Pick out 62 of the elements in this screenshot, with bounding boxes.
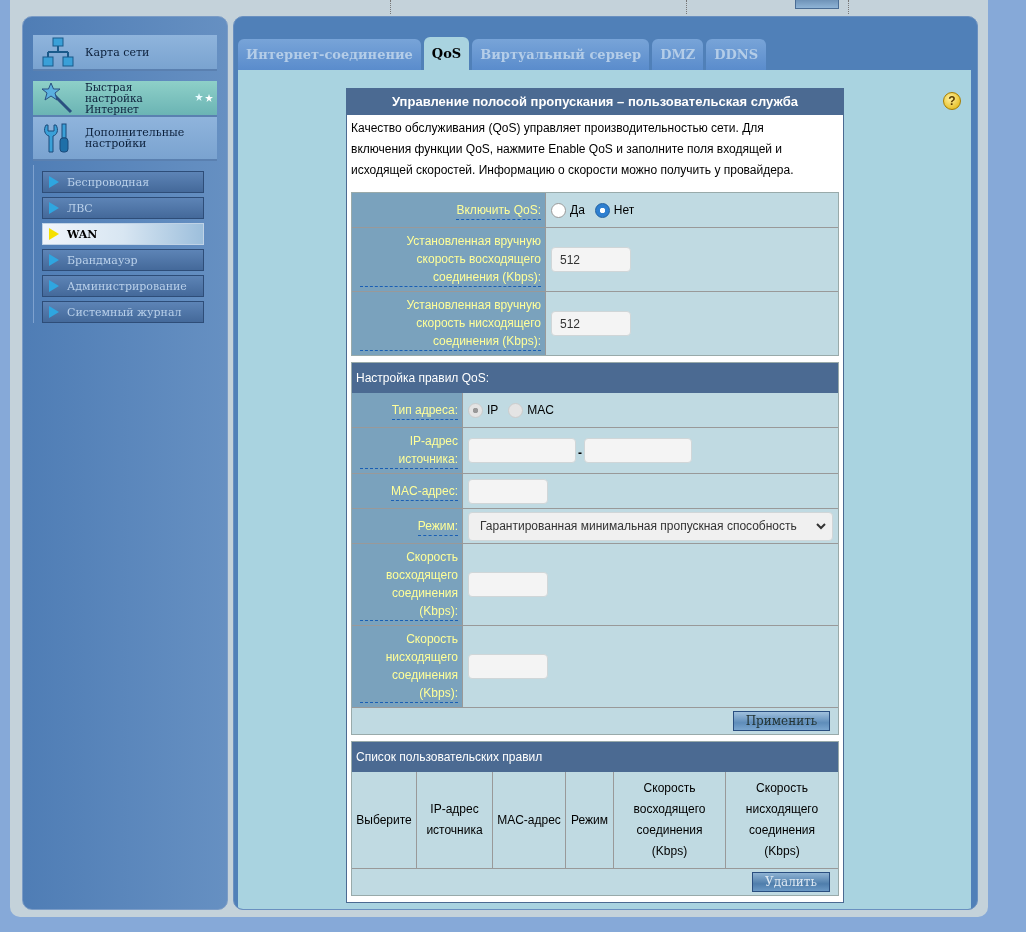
field-label: Тип адреса: xyxy=(391,400,458,420)
delete-button: Удалить xyxy=(752,872,830,892)
radio-button[interactable] xyxy=(594,202,610,218)
radio-label: MAC xyxy=(527,403,554,417)
section-header: Список пользовательских правил xyxy=(352,742,838,772)
submenu-label: Администрирование xyxy=(67,279,187,293)
field-label: Режим: xyxy=(417,516,458,536)
field-label: Скорость нисходящего соединения (Kbps): xyxy=(360,630,458,703)
submenu-item[interactable]: Администрирование xyxy=(42,275,204,297)
menu-label: Быстрая настройка Интернет xyxy=(85,81,144,115)
description-text: Качество обслуживания (QoS) управляет производительностью сети. Для включения функции QoS, нажмите Enable QoS и заполните поля входящей и исходящей скоростей. Информацию о скорости можно получить у провайдера. xyxy=(350,120,795,179)
menu-label: Карта сети xyxy=(85,46,151,58)
caret-icon xyxy=(816,522,826,530)
triangle-icon xyxy=(49,254,59,266)
menu-item[interactable]: Карта сети xyxy=(33,35,217,71)
panel-title: Управление полосой пропускания – пользовательская служба xyxy=(347,89,843,115)
field-label: IP-адрес источника: xyxy=(360,432,458,469)
field-label: Установленная вручную скорость нисходящего соединения (Kbps): xyxy=(360,296,541,351)
triangle-icon xyxy=(49,176,59,188)
sparkle-icon xyxy=(195,93,213,102)
input-field[interactable] xyxy=(468,654,548,679)
radio-label: Да xyxy=(570,203,585,217)
triangle-icon xyxy=(49,228,59,240)
network-map-icon xyxy=(41,36,75,68)
menu-label: Дополнительные настройки xyxy=(85,127,186,149)
section-header: Настройка правил QoS: xyxy=(352,363,838,393)
input-field[interactable] xyxy=(468,478,548,504)
mode-dropdown[interactable]: Гарантированная минимальная пропускная способность xyxy=(468,511,833,541)
menu-item[interactable]: Дополнительные настройки xyxy=(33,117,217,161)
column-header: Скорость нисходящего соединения (Kbps) xyxy=(744,780,820,860)
submenu-item[interactable]: Беспроводная xyxy=(42,171,204,193)
triangle-icon xyxy=(49,306,59,318)
submenu-label: ЛВС xyxy=(67,201,93,215)
submenu-item[interactable]: ЛВС xyxy=(42,197,204,219)
submenu-label: Брандмауэр xyxy=(67,253,138,267)
input-field[interactable]: 512 xyxy=(551,311,631,336)
submenu-label: WAN xyxy=(67,227,98,241)
magic-wand-icon xyxy=(41,82,75,114)
input-field[interactable]: 512 xyxy=(551,247,631,272)
top-button[interactable] xyxy=(795,0,839,9)
field-label: Установленная вручную скорость восходящего соединения (Kbps): xyxy=(360,232,541,287)
triangle-icon xyxy=(49,202,59,214)
submenu-item[interactable]: Системный журнал xyxy=(42,301,204,323)
help-icon[interactable]: ? xyxy=(943,92,961,110)
input-field[interactable] xyxy=(468,572,548,597)
radio-button[interactable] xyxy=(551,202,566,218)
field-label: Скорость восходящего соединения (Kbps): xyxy=(360,548,458,621)
radio-label: IP xyxy=(487,403,499,417)
tab[interactable]: QoS xyxy=(423,37,470,70)
field-label: Включить QoS: xyxy=(456,200,541,220)
field-label: MAC-адрес: xyxy=(390,481,458,501)
input-field[interactable] xyxy=(584,438,692,463)
menu-item[interactable]: Быстрая настройка Интернет xyxy=(33,81,217,117)
submenu-item[interactable]: Брандмауэр xyxy=(42,249,204,271)
input-field[interactable] xyxy=(468,438,576,463)
submenu-label: Беспроводная xyxy=(67,175,150,189)
submenu-item[interactable]: WAN xyxy=(42,223,204,245)
radio-label: Нет xyxy=(613,203,635,217)
apply-button[interactable]: Применить xyxy=(733,711,830,731)
submenu-label: Системный журнал xyxy=(67,305,182,319)
triangle-icon xyxy=(49,280,59,292)
range-separator: - xyxy=(577,445,583,460)
